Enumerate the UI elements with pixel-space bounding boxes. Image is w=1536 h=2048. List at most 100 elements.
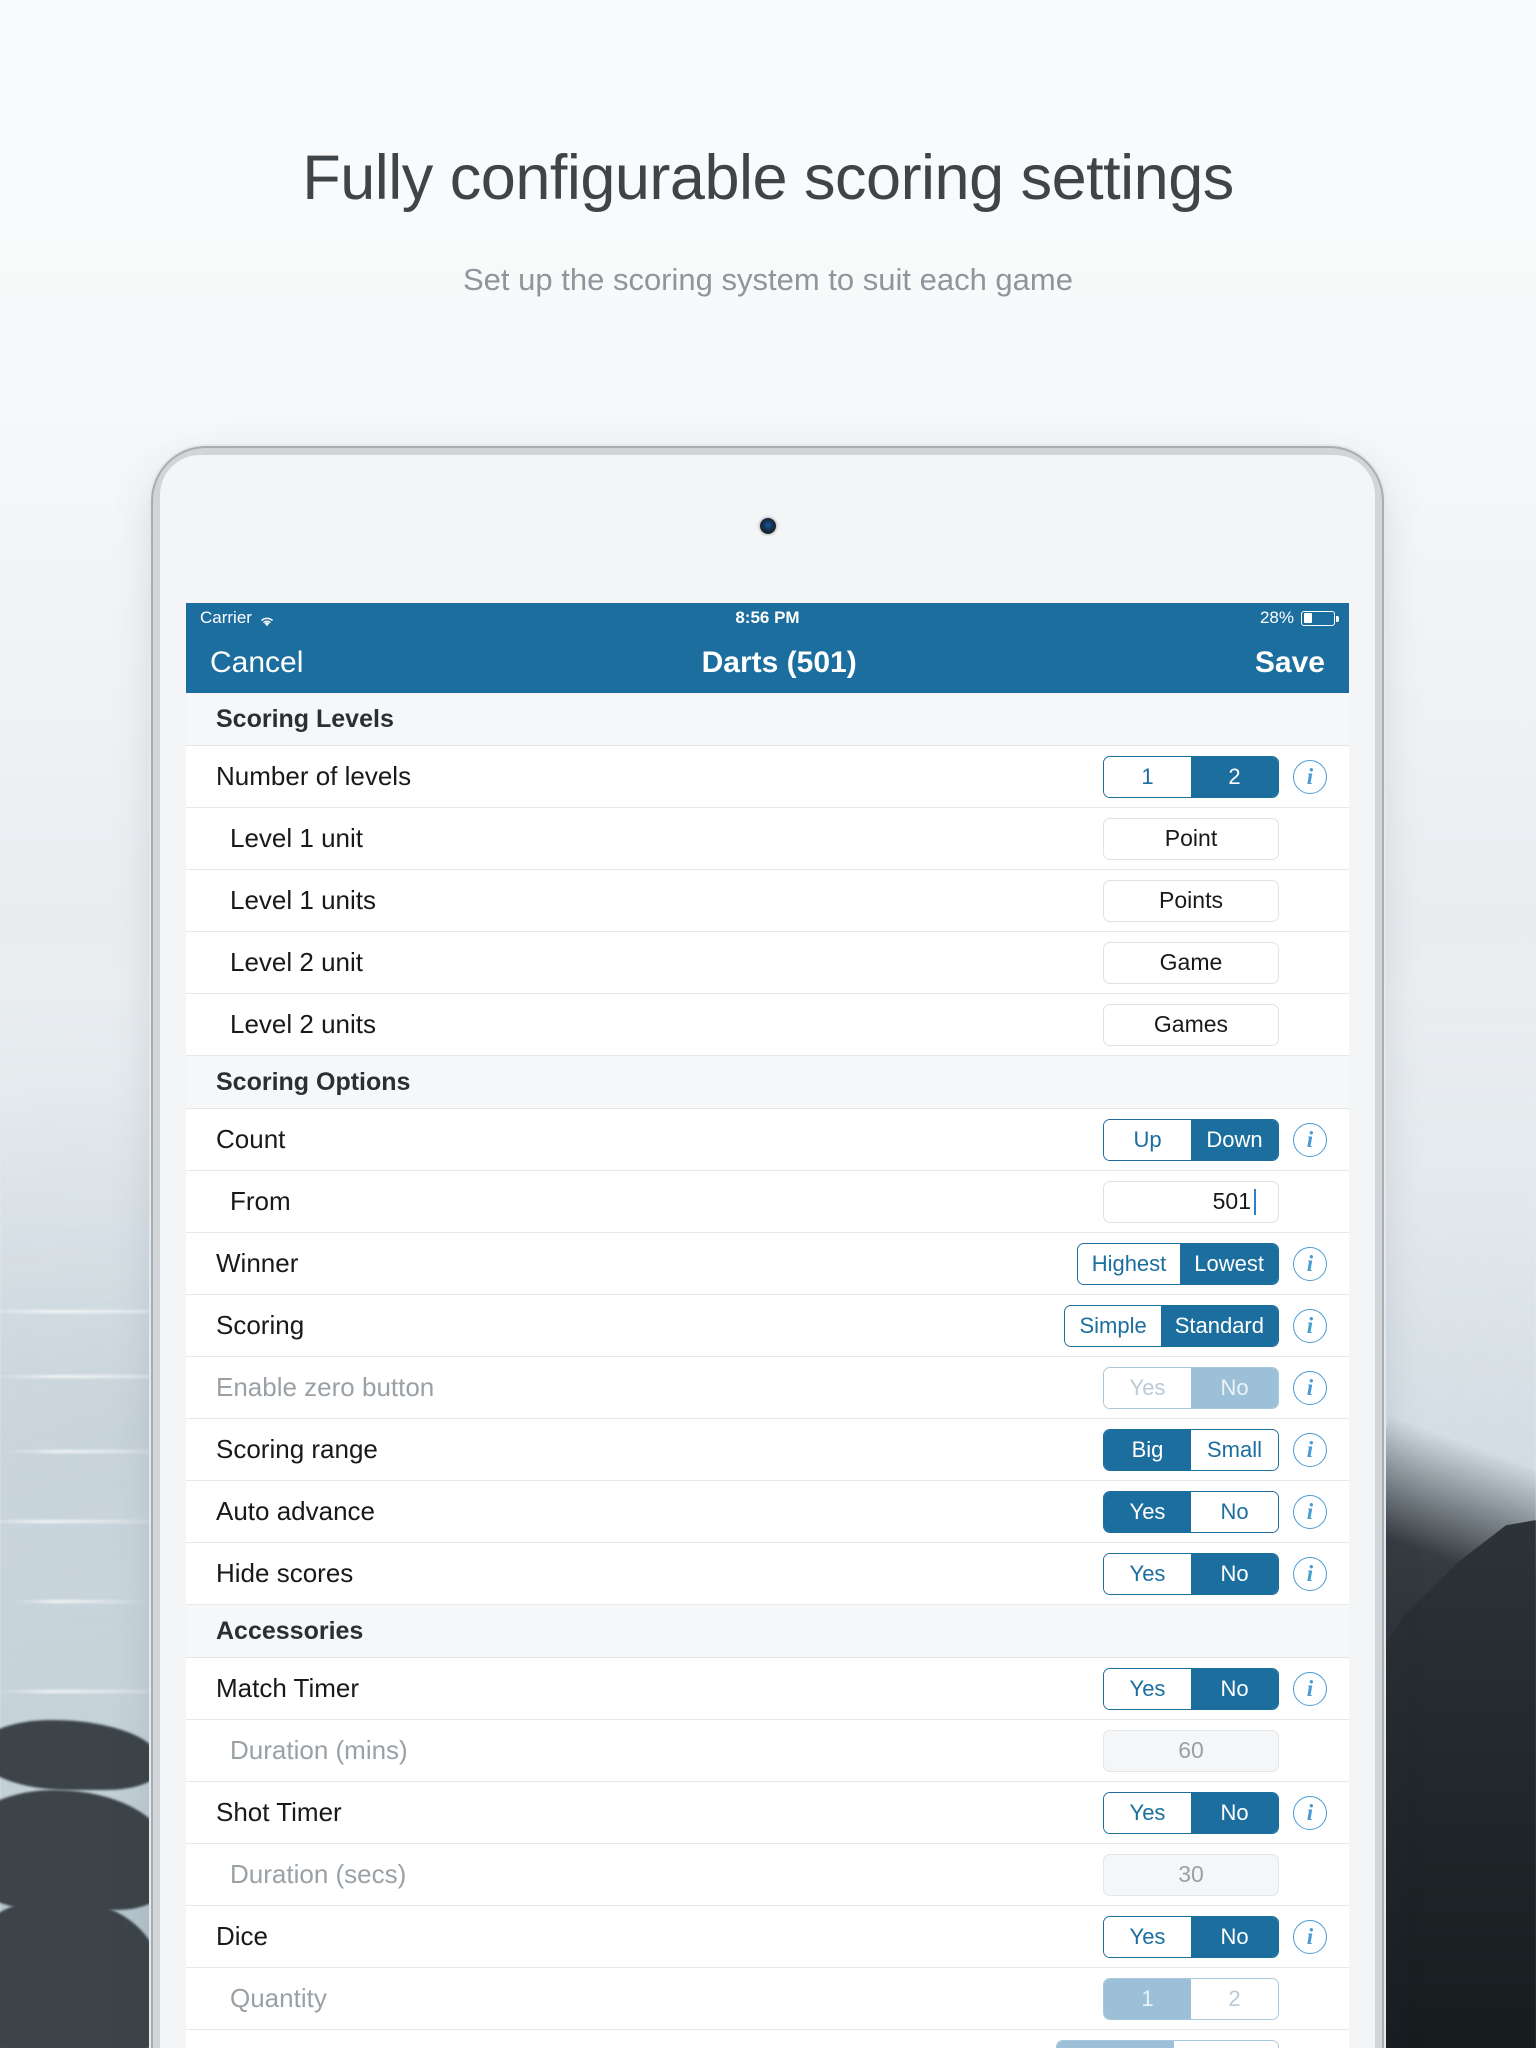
setting-label: Level 1 units (230, 885, 376, 915)
setting-row-scoring[interactable]: Scoring Simple Standard i (186, 1295, 1349, 1357)
setting-control: Yes No i (1103, 1915, 1327, 1958)
info-icon[interactable]: i (1293, 1122, 1327, 1157)
cancel-button[interactable]: Cancel (210, 646, 303, 680)
value-field-level-1-units[interactable]: Points (1103, 879, 1279, 922)
status-bar: Carrier 8:56 PM 28% (186, 603, 1349, 633)
setting-row-from[interactable]: From 501 i (186, 1171, 1349, 1233)
info-icon-spacer: i (1293, 1858, 1327, 1892)
value-field-from[interactable]: 501 (1103, 1180, 1279, 1223)
setting-control: Up Down i (1103, 1118, 1327, 1161)
segmented-control-winner[interactable]: Highest Lowest (1076, 1242, 1279, 1285)
setting-control: 12i (1103, 1977, 1327, 2020)
setting-row-enable-zero-button: Enable zero button Yes No i (186, 1357, 1349, 1419)
setting-control: 30 i (1103, 1853, 1327, 1896)
setting-label: Auto advance (216, 1496, 376, 1526)
info-icon[interactable]: i (1293, 1795, 1327, 1830)
segment-option-2[interactable]: 2 (1191, 756, 1278, 797)
segment-option-yes[interactable]: Yes (1104, 1668, 1191, 1709)
info-icon[interactable]: i (1293, 1370, 1327, 1405)
value-text: Points (1159, 887, 1223, 913)
setting-control: Big Small i (1103, 1428, 1327, 1471)
setting-row-hide-scores[interactable]: Hide scores Yes No i (186, 1543, 1349, 1605)
setting-control: Games i (1103, 1003, 1327, 1046)
segment-option-no[interactable]: No (1191, 1553, 1278, 1594)
segmented-control-match-timer[interactable]: Yes No (1103, 1667, 1279, 1710)
setting-row-number-of-levels[interactable]: Number of levels 1 2 i (186, 746, 1349, 808)
setting-row-level-2-units[interactable]: Level 2 units Games i (186, 994, 1349, 1056)
setting-row-level-1-unit[interactable]: Level 1 unit Point i (186, 808, 1349, 870)
segmented-control-auto-advance[interactable]: Yes No (1103, 1490, 1279, 1533)
save-button[interactable]: Save (1255, 646, 1325, 680)
info-icon[interactable]: i (1293, 1556, 1327, 1591)
value-field-level-1-unit[interactable]: Point (1103, 817, 1279, 860)
setting-row-match-timer[interactable]: Match Timer Yes No i (186, 1658, 1349, 1720)
segment-option-highest[interactable]: Highest (1077, 1243, 1181, 1284)
value-text: Point (1164, 825, 1218, 851)
segmented-control-hide-scores[interactable]: Yes No (1103, 1552, 1279, 1595)
segment-option-yes[interactable]: Yes (1104, 1491, 1191, 1532)
segmented-control-dice[interactable]: Yes No (1103, 1915, 1279, 1958)
segmented-control-number-of-levels[interactable]: 12 (1103, 755, 1279, 798)
setting-row-count[interactable]: Count Up Down i (186, 1109, 1349, 1171)
setting-row-shot-timer[interactable]: Shot Timer Yes No i (186, 1782, 1349, 1844)
segment-option-1[interactable]: 1 (1104, 756, 1191, 797)
setting-control: Yes No i (1103, 1552, 1327, 1595)
value-field-level-2-unit[interactable]: Game (1103, 941, 1279, 984)
value-field-level-2-units[interactable]: Games (1103, 1003, 1279, 1046)
segmented-control-scoring[interactable]: Simple Standard (1064, 1304, 1279, 1347)
setting-row-level-1-units[interactable]: Level 1 units Points i (186, 870, 1349, 932)
setting-row-quantity: Quantity12i (186, 1968, 1349, 2030)
info-icon-spacer: i (1293, 1982, 1327, 2016)
segment-option-small[interactable]: Small (1191, 1429, 1278, 1470)
segment-option-big[interactable]: Big (1104, 1429, 1191, 1470)
battery-percent: 28% (1259, 608, 1294, 627)
setting-control: Points i (1103, 879, 1327, 922)
segment-option-down[interactable]: Down (1191, 1119, 1278, 1160)
segment-option-standard[interactable]: Standard (1160, 1305, 1278, 1346)
setting-row-scoring-range[interactable]: Scoring range Big Small i (186, 1419, 1349, 1481)
info-icon[interactable]: i (1293, 1494, 1327, 1529)
segment-option-yes[interactable]: Yes (1104, 1916, 1191, 1957)
info-icon[interactable]: i (1293, 1246, 1327, 1281)
setting-label: Level 2 units (230, 1009, 376, 1039)
segment-option-yes[interactable]: Yes (1104, 1553, 1191, 1594)
info-icon-spacer: i (1293, 2044, 1327, 2048)
setting-row-winner[interactable]: Winner Highest Lowest i (186, 1233, 1349, 1295)
segment-option-lowest[interactable]: Lowest (1180, 1243, 1278, 1284)
info-icon[interactable]: i (1293, 1671, 1327, 1706)
setting-label: Shot Timer (216, 1797, 342, 1827)
settings-list: Scoring Levels Number of levels 1 2 i Level 1… (186, 693, 1349, 2048)
wifi-icon (259, 612, 275, 626)
info-icon[interactable]: i (1293, 759, 1327, 794)
setting-row-auto-advance[interactable]: Auto advance Yes No i (186, 1481, 1349, 1543)
info-icon[interactable]: i (1293, 1308, 1327, 1343)
setting-control: Yes No i (1103, 1490, 1327, 1533)
segmented-control-scoring-range[interactable]: Big Small (1103, 1428, 1279, 1471)
setting-label: Duration (secs) (230, 1859, 407, 1889)
segmented-control-type: StandardCustom (1055, 2039, 1279, 2048)
segment-option-no[interactable]: No (1191, 1491, 1278, 1532)
segmented-control-count[interactable]: Up Down (1103, 1118, 1279, 1161)
segment-option-up[interactable]: Up (1104, 1119, 1191, 1160)
segment-option-no[interactable]: No (1191, 1916, 1278, 1957)
segmented-control-enable-zero-button: Yes No (1103, 1366, 1279, 1409)
setting-row-level-2-unit[interactable]: Level 2 unit Game i (186, 932, 1349, 994)
info-icon[interactable]: i (1293, 1919, 1327, 1954)
segment-option-simple[interactable]: Simple (1065, 1305, 1161, 1346)
segment-option-yes: Yes (1104, 1367, 1191, 1408)
segment-option-yes[interactable]: Yes (1104, 1792, 1191, 1833)
info-icon-spacer: i (1293, 1185, 1327, 1219)
info-icon-spacer: i (1293, 946, 1327, 980)
carrier-label: Carrier (200, 608, 252, 627)
setting-label: Duration (mins) (230, 1735, 408, 1765)
value-text: Game (1159, 949, 1223, 975)
section-header-scoring-options: Scoring Options (186, 1056, 1349, 1109)
setting-label: Hide scores (216, 1558, 354, 1588)
segment-option-no[interactable]: No (1191, 1668, 1278, 1709)
setting-control: Yes No i (1103, 1667, 1327, 1710)
segmented-control-shot-timer[interactable]: Yes No (1103, 1791, 1279, 1834)
segment-option-no[interactable]: No (1191, 1792, 1278, 1833)
setting-row-dice[interactable]: Dice Yes No i (186, 1906, 1349, 1968)
navigation-bar: Cancel Darts (501) Save (186, 633, 1349, 693)
info-icon[interactable]: i (1293, 1432, 1327, 1467)
